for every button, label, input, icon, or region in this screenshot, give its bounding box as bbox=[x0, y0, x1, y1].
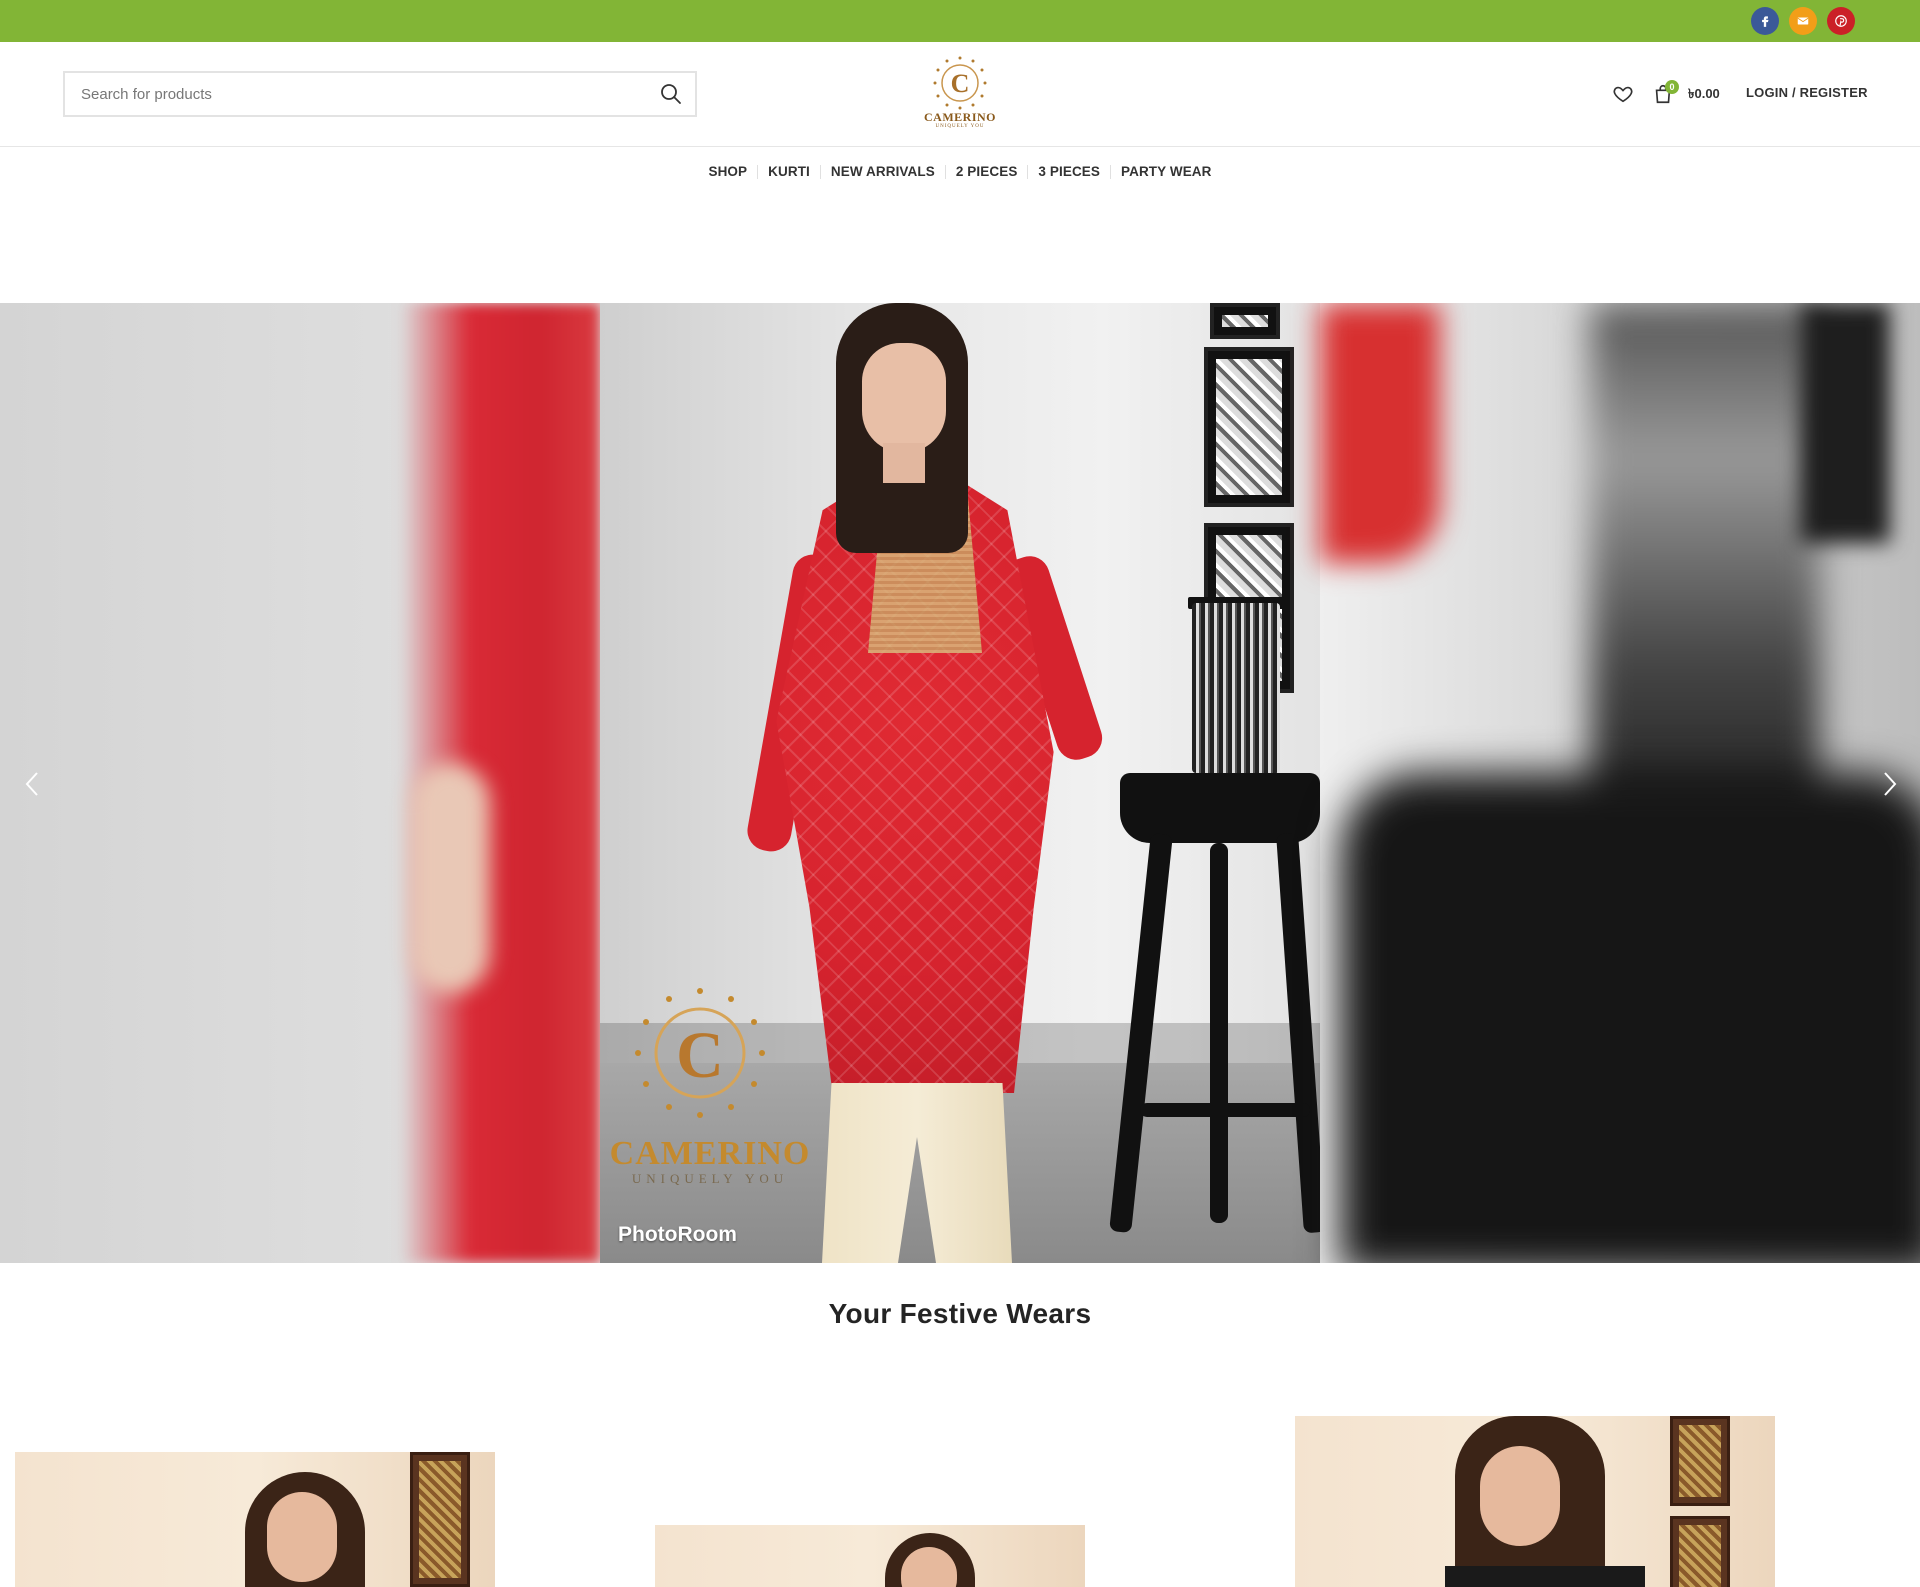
photoroom-watermark: PhotoRoom bbox=[618, 1223, 737, 1246]
watermark-title: CAMERINO bbox=[609, 1135, 811, 1172]
slider-next-arrow-icon[interactable] bbox=[1874, 769, 1904, 799]
logo-title: CAMERINO bbox=[924, 110, 996, 124]
login-register-link[interactable]: LOGIN / REGISTER bbox=[1746, 85, 1868, 100]
product-card-image[interactable] bbox=[1295, 1416, 1775, 1587]
pinterest-icon[interactable] bbox=[1827, 7, 1855, 35]
top-bar bbox=[0, 0, 1920, 42]
slide-main-photo: C CAMERINO UNIQUELY YOU PhotoRoom bbox=[600, 303, 1320, 1263]
section-title: Your Festive Wears bbox=[828, 1298, 1092, 1329]
site-header: C CAMERINO UNIQUELY YOU 0 ৳0.00 LOGIN / … bbox=[0, 42, 1920, 147]
product-card-image[interactable] bbox=[655, 1525, 1085, 1587]
search-input[interactable] bbox=[79, 73, 639, 115]
search-icon[interactable] bbox=[659, 82, 683, 106]
nav-item-3-pieces[interactable]: 3 PIECES bbox=[1027, 165, 1110, 179]
svg-text:C: C bbox=[676, 1019, 724, 1092]
nav-item-new-arrivals[interactable]: NEW ARRIVALS bbox=[819, 165, 945, 179]
wishlist-heart-icon[interactable] bbox=[1612, 83, 1634, 110]
product-card-image[interactable] bbox=[15, 1452, 495, 1587]
facebook-icon[interactable] bbox=[1751, 7, 1779, 35]
svg-text:C: C bbox=[951, 69, 970, 98]
watermark-tagline: UNIQUELY YOU bbox=[631, 1171, 789, 1186]
logo-tagline: UNIQUELY YOU bbox=[935, 124, 985, 129]
slide-blurred-background-right bbox=[1320, 303, 1920, 1263]
cart-total[interactable]: ৳0.00 bbox=[1688, 85, 1720, 106]
nav-item-kurti[interactable]: KURTI bbox=[757, 165, 820, 179]
main-navigation: SHOP KURTI NEW ARRIVALS 2 PIECES 3 PIECE… bbox=[0, 148, 1920, 196]
email-icon[interactable] bbox=[1789, 7, 1817, 35]
nav-item-2-pieces[interactable]: 2 PIECES bbox=[944, 165, 1028, 179]
cart-count-badge: 0 bbox=[1665, 80, 1679, 94]
logo-emblem-icon: C bbox=[933, 56, 987, 110]
watermark-logo-icon: C bbox=[635, 988, 765, 1118]
nav-item-shop[interactable]: SHOP bbox=[698, 165, 757, 179]
slider-prev-arrow-icon[interactable] bbox=[18, 769, 48, 799]
slide-blurred-background-left bbox=[0, 303, 600, 1263]
site-logo[interactable]: C CAMERINO UNIQUELY YOU bbox=[918, 54, 1002, 134]
hero-slider: C CAMERINO UNIQUELY YOU PhotoRoom bbox=[0, 303, 1920, 1263]
search-box bbox=[63, 71, 697, 117]
nav-item-party-wear[interactable]: PARTY WEAR bbox=[1110, 165, 1222, 179]
